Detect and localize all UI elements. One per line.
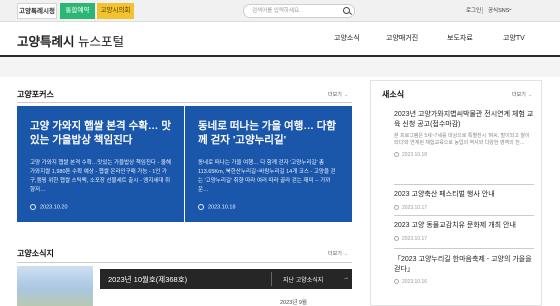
clock-icon — [394, 279, 399, 285]
news-item-title: 2023 고양축산 페스티벌 행사 안내 — [394, 191, 495, 198]
site-logo[interactable]: 고양특례시 뉴스포털 — [17, 31, 124, 50]
header-band — [0, 57, 560, 77]
arrow-right-icon[interactable]: → — [343, 275, 349, 281]
news-item-summary: 본 프로그램은 5세~7세를 대상으로 특별전시 '벼씨, 벌이되고 쌀이되다'… — [394, 133, 530, 146]
clock-icon — [394, 235, 399, 241]
focus-card[interactable]: 고양 가와지 햅쌀 본격 수확… 맛있는 가을밥상 책임진다 고양 가와지 햅쌀… — [17, 106, 184, 222]
divider — [482, 7, 483, 14]
news-item[interactable]: 「2023 고양누리길 한마음축제 - 고양의 가을을 걷다」 2023.10.… — [394, 255, 534, 285]
chevron-down-icon[interactable]: ⌄ — [508, 6, 513, 12]
official-sns-link[interactable]: 공식SNS — [488, 6, 509, 14]
clock-icon — [394, 204, 399, 210]
focus-card-date-row: 2023.10.18 — [198, 203, 236, 210]
focus-card-title: 동네로 떠나는 가을 여행… 다함께 걷자 '고양누리길' — [198, 120, 337, 146]
focus-card[interactable]: 동네로 떠나는 가을 여행… 다함께 걷자 '고양누리길' 동네로 떠나는 가을… — [185, 106, 352, 222]
divider — [17, 102, 352, 103]
focus-card-date: 2023.10.18 — [208, 204, 236, 210]
news-item-title: 「2023 고양누리길 한마음축제 - 고양의 가을을 걷다」 — [394, 256, 532, 273]
clock-icon — [394, 152, 399, 158]
magazine-sub-issue[interactable]: 2023년 9월 — [280, 298, 307, 306]
magazine-more-link[interactable]: 더보기 → — [328, 250, 348, 257]
news-item-date: 2023.10.17 — [402, 204, 428, 211]
nav-item-goyang-tv[interactable]: 고양TV — [503, 33, 525, 43]
focus-section-title: 고양포커스 — [17, 90, 54, 99]
news-section-title: 새소식 — [382, 90, 405, 99]
nav-item-goyang-news[interactable]: 고양소식 — [334, 33, 360, 43]
news-item-date: 2023.10.16 — [402, 279, 428, 285]
nav-item-goyang-magazine[interactable]: 고양매거진 — [386, 33, 418, 43]
news-item[interactable]: 2023 고양축산 페스티벌 행사 안내 2023.10.17 — [394, 190, 534, 211]
tab-integrated-reservation[interactable]: 통합예약 — [60, 3, 95, 19]
news-item-title: 2023 고양 동물교감치유 문화제 개최 안내 — [394, 222, 516, 229]
search-icon[interactable] — [343, 7, 350, 14]
news-item-title: 2023년 고양가와지볍씨박물관 전시연계 체험 교육 신청 공고(접수마감) — [394, 111, 534, 128]
tab-goyang-city[interactable]: 고양특례시청 — [17, 3, 57, 19]
news-more-link[interactable]: 더보기 → — [512, 91, 532, 98]
magazine-section-title: 고양소식지 — [17, 249, 54, 258]
news-item-date: 2023.10.17 — [402, 235, 428, 242]
login-link[interactable]: 로그인 — [466, 6, 481, 14]
magazine-cover-image[interactable] — [17, 266, 93, 306]
magazine-issue-title: 2023년 10월호(제368호) — [108, 275, 188, 284]
focus-card-date-row: 2023.10.20 — [30, 203, 68, 210]
nav-item-press-release[interactable]: 보도자료 — [447, 33, 473, 43]
news-item[interactable]: 2023년 고양가와지볍씨박물관 전시연계 체험 교육 신청 공고(접수마감) … — [394, 110, 534, 158]
divider — [394, 248, 534, 249]
tab-city-council[interactable]: 고양시의회 — [97, 3, 134, 19]
focus-card-desc: 동네로 떠나는 가을 여행… 다 함께 걷자 '고양누리길' 총 113.65K… — [198, 160, 336, 193]
clock-icon — [30, 203, 36, 210]
clock-icon — [198, 203, 204, 210]
divider — [17, 262, 352, 263]
focus-card-date: 2023.10.20 — [40, 204, 68, 210]
search-placeholder: 검색어를 입력하세요. — [252, 8, 301, 14]
divider — [394, 184, 534, 185]
focus-card-desc: 고양 가와지 햅쌀 본격 수확…맛있는 가을밥상 책임진다 - 올해 가와지쌀 … — [30, 160, 171, 193]
logo-rest-text: 뉴스포털 — [78, 35, 125, 49]
divider — [271, 272, 272, 286]
logo-bold-text: 고양특례시 — [17, 35, 75, 49]
news-item-date: 2023.10.18 — [402, 152, 428, 158]
search-input[interactable]: 검색어를 입력하세요. — [243, 4, 355, 18]
divider — [394, 215, 534, 216]
news-item[interactable]: 2023 고양 동물교감치유 문화제 개최 안내 2023.10.17 — [394, 221, 534, 242]
focus-more-link[interactable]: 더보기 → — [328, 91, 348, 98]
previous-magazine-link[interactable]: 지난 고양소식지 — [283, 275, 323, 284]
focus-card-title: 고양 가와지 햅쌀 본격 수확… 맛있는 가을밥상 책임진다 — [30, 120, 172, 146]
